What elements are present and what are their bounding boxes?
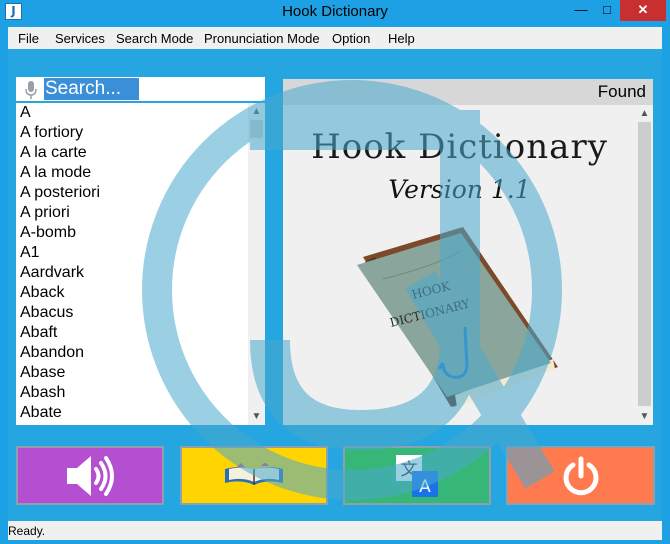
menu-search-mode[interactable]: Search Mode [116,31,193,46]
list-item[interactable]: A posteriori [20,183,100,203]
scroll-up-icon[interactable]: ▲ [248,103,265,120]
power-icon [563,456,598,495]
translate-glyph-bottom: A [419,477,431,497]
list-item[interactable]: A priori [20,203,70,223]
list-item[interactable]: Abash [20,383,65,403]
list-item[interactable]: Abaft [20,323,57,343]
menu-option[interactable]: Option [332,31,370,46]
mic-icon[interactable] [24,81,38,99]
list-item[interactable]: Aardvark [20,263,84,283]
status-text: Ready. [8,524,46,538]
splash-title: Hook Dictionary [311,127,608,167]
menu-help[interactable]: Help [388,31,415,46]
translate-button[interactable]: 文 A [343,446,491,505]
book-icon: HOOK DICTIONARY [357,227,558,407]
menu-pronunciation-mode[interactable]: Pronunciation Mode [204,31,320,46]
close-button[interactable]: ✕ [620,0,666,21]
menu-bar: File Services Search Mode Pronunciation … [8,27,662,49]
list-item[interactable]: Abate [20,403,62,423]
splash-image: Hook Dictionary Version 1.1 HOOK DICTION… [283,105,636,425]
list-item[interactable]: A1 [20,243,40,263]
menu-services[interactable]: Services [55,31,105,46]
definition-panel: Hook Dictionary Version 1.1 HOOK DICTION… [283,105,653,425]
word-list-scrollbar[interactable]: ▲ ▼ [248,103,265,425]
translate-icon: 文 A [396,454,438,497]
menu-file[interactable]: File [18,31,39,46]
list-item[interactable]: A la mode [20,163,91,183]
scroll-down-icon[interactable]: ▼ [636,408,653,425]
power-button[interactable] [506,446,655,505]
scroll-thumb[interactable] [638,122,651,406]
scroll-down-icon[interactable]: ▼ [248,408,265,425]
list-item[interactable]: A fortiory [20,123,83,143]
speak-button[interactable] [16,446,164,505]
open-book-icon [225,462,283,485]
found-label: Found [597,82,646,101]
scroll-up-icon[interactable]: ▲ [636,105,653,122]
title-bar: J Hook Dictionary — □ ✕ [0,0,670,24]
scroll-thumb[interactable] [250,120,263,138]
splash-version: Version 1.1 [388,175,531,204]
maximize-button[interactable]: □ [594,0,620,21]
list-item[interactable]: Abandon [20,343,84,363]
word-list[interactable]: A A fortiory A la carte A la mode A post… [16,103,265,425]
minimize-button[interactable]: — [568,0,594,21]
status-bar: Ready. [8,521,662,540]
list-item[interactable]: Abacus [20,303,73,323]
search-input[interactable] [44,78,139,100]
found-header: Found [283,79,653,105]
list-item[interactable]: A [20,103,31,123]
speaker-icon [67,455,114,496]
list-item[interactable]: A-bomb [20,223,76,243]
definition-scrollbar[interactable]: ▲ ▼ [636,105,653,425]
list-item[interactable]: Abase [20,363,65,383]
search-bar [16,77,265,101]
list-item[interactable]: A la carte [20,143,87,163]
list-item[interactable]: Aback [20,283,64,303]
read-button[interactable] [180,446,328,505]
